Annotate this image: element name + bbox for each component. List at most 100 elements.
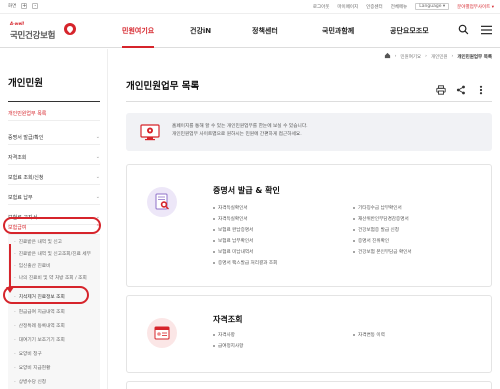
zoom-label: 화면 xyxy=(8,4,17,9)
dash-icon: - xyxy=(14,323,16,329)
card-certificate: 증명서 발급 & 확인 자격득실확인서 기타징수금 납부확인서 자격득실확인서 … xyxy=(126,164,492,287)
logo-tagline: A-well xyxy=(10,21,24,26)
card-link[interactable]: 자격사항 xyxy=(213,332,235,338)
card-link[interactable]: 자격득실확인서 xyxy=(213,216,248,222)
logout-link[interactable]: 로그아웃 xyxy=(313,4,330,10)
card-link-label: 자격변동 이력 xyxy=(358,333,385,338)
chevron-down-icon: ⌄ xyxy=(95,174,100,180)
language-select[interactable]: Language ▾ xyxy=(415,3,450,10)
all-menu-link[interactable]: 전체메뉴 xyxy=(391,4,408,10)
sidebar-item-premium-inquiry[interactable]: 보험료 조회/신청 ⌄ xyxy=(8,170,100,185)
sidebar-item-qualification[interactable]: 자격조회 ⌄ xyxy=(8,150,100,165)
sidebar-item-list[interactable]: 개인민원업무 목록 xyxy=(8,106,100,121)
card-link[interactable]: 건강보험 본인부담금 확인서 xyxy=(353,249,412,255)
certificate-search-icon xyxy=(147,187,177,217)
bullet-icon xyxy=(353,217,355,220)
card-link-label: 증명서 팩스발급 처리결과 조회 xyxy=(218,261,278,266)
card-link[interactable]: 재산위반인부담경감증명서 xyxy=(353,216,409,222)
sidebar-subitem-dental[interactable]: - 치석제거 진료정보 조회 xyxy=(14,291,100,303)
card-qualification: 자격조회 자격사항 자격변동 이력 급여정지사항 xyxy=(126,295,492,373)
dash-icon: - xyxy=(14,379,16,385)
card-link[interactable]: 증명서 진위확인 xyxy=(353,238,389,244)
gnb-item-policy[interactable]: 정책센터 xyxy=(252,14,278,48)
sidebar-subitem[interactable]: - 요양비 지급현황 xyxy=(14,362,100,374)
card-link-label: 보험료 완납증명서 xyxy=(218,228,254,233)
chevron-down-icon: ⌄ xyxy=(95,134,100,140)
sidebar-subitem[interactable]: - 현금급여 지급내역 조회 xyxy=(14,306,100,318)
sidebar-subitem-label: 요양비 지급현황 xyxy=(18,366,51,371)
sidebar-subitem-label: 대여기기 보조기기 조회 xyxy=(18,338,65,343)
related-sites-label: 분야별업무사이트 xyxy=(457,4,491,10)
sidebar-subitem[interactable]: - 상병수당 신청 xyxy=(14,376,100,388)
card-link-label: 기타징수금 납부확인서 xyxy=(358,206,402,211)
share-icon[interactable] xyxy=(456,80,466,99)
sidebar-subitem[interactable]: - 진료받은 내역 및 신고조회/진료 세부 xyxy=(14,248,100,260)
card-link[interactable]: 자격득실확인서 xyxy=(213,205,248,211)
sidebar-title: 개인민원 xyxy=(8,78,43,89)
sidebar-subitem-label: 현금급여 지급내역 조회 xyxy=(18,310,65,315)
sidebar-subitem[interactable]: - 대여기기 보조기기 조회 xyxy=(14,334,100,346)
card-link-label: 자격득실확인서 xyxy=(218,217,248,222)
dash-icon: - xyxy=(14,365,16,371)
sidebar-subitem-label: 치석제거 진료정보 조회 xyxy=(18,295,65,300)
more-icon[interactable] xyxy=(476,80,486,99)
zoom-out-button[interactable]: - xyxy=(32,3,39,9)
gnb-item-together[interactable]: 국민과함께 xyxy=(322,14,354,48)
dash-icon: - xyxy=(14,337,16,343)
card-link[interactable]: 보험료 납부확인서 xyxy=(213,238,253,244)
card-link[interactable]: 자격변동 이력 xyxy=(353,332,385,338)
card-link[interactable]: 보험료 미납내역서 xyxy=(213,249,253,255)
bullet-icon xyxy=(353,228,355,231)
sidebar-subitem[interactable]: - 산정특례 등록내역 조회 xyxy=(14,320,100,332)
bullet-icon xyxy=(213,206,215,209)
chevron-down-icon: ⌄ xyxy=(95,154,100,160)
zoom-in-button[interactable]: + xyxy=(21,3,28,9)
card-link[interactable]: 건강보험증 발급 신청 xyxy=(353,227,399,233)
sidebar-item-label: 보험료 조회/신청 xyxy=(8,174,44,181)
sidebar-subitem[interactable]: - 요양비 청구 xyxy=(14,348,100,360)
sidebar-subitem[interactable]: - 임신출산 진료비 xyxy=(14,260,100,272)
card-link[interactable]: 기타징수금 납부확인서 xyxy=(353,205,402,211)
annotation-arrow-icon xyxy=(6,287,14,293)
card-title: 자격조회 xyxy=(213,315,243,324)
chevron-up-icon: ⌃ xyxy=(95,224,100,230)
logo-name: 국민건강보험 xyxy=(10,31,56,41)
related-sites-select[interactable]: 분야별업무사이트 ▾ xyxy=(457,4,494,10)
notice-box: 홈페이지를 통해 할 수 있는 개인민원업무를 한눈에 보실 수 있습니다. 개… xyxy=(126,113,492,151)
gnb-item-about[interactable]: 공단요모조모 xyxy=(390,14,429,48)
card-link[interactable]: 보험료 완납증명서 xyxy=(213,227,253,233)
menu-icon[interactable] xyxy=(481,25,492,35)
card-title: 증명서 발급 & 확인 xyxy=(213,186,280,195)
card-link-label: 자격득실확인서 xyxy=(218,206,248,211)
gnb-item-health-in[interactable]: 건강iN xyxy=(190,14,211,48)
auth-center-link[interactable]: 인증센터 xyxy=(366,4,383,10)
notice-line: 홈페이지를 통해 할 수 있는 개인민원업무를 한눈에 보실 수 있습니다. xyxy=(172,124,308,129)
language-label: Language xyxy=(419,4,442,9)
gnb-item-civil[interactable]: 민원여기요 xyxy=(122,14,155,48)
bullet-icon xyxy=(213,239,215,242)
sidebar-item-label: 보험료 납부 xyxy=(8,194,33,201)
card-link-label: 급여정지사항 xyxy=(218,344,244,349)
dash-icon: - xyxy=(14,275,16,281)
bullet-icon xyxy=(353,333,355,336)
logo[interactable]: A-well 국민건강보험 xyxy=(10,21,80,43)
main-content: 개인민원업무 목록 홈페이지를 통해 할 수 있는 개인민원업무를 한눈에 보실… xyxy=(120,49,500,389)
search-icon[interactable] xyxy=(458,24,469,35)
card-link[interactable]: 증명서 팩스발급 처리결과 조회 xyxy=(213,260,277,266)
bullet-icon xyxy=(213,344,215,347)
zoom-controls: 화면 + - xyxy=(8,3,39,9)
mypage-link[interactable]: 마이페이지 xyxy=(337,4,358,10)
sidebar-item-certificate[interactable]: 증명서 발급/확인 ⌄ xyxy=(8,130,100,145)
sidebar-subitem-label: 진료받은 내역 및 신고조회/진료 세부 xyxy=(18,252,91,257)
logo-heart-icon xyxy=(64,23,76,35)
sidebar-item-premium-payment[interactable]: 보험료 납부 ⌄ xyxy=(8,190,100,205)
sidebar-item-insurance-benefit[interactable]: 보험급여 ⌃ xyxy=(8,220,100,235)
sidebar-subitem-label: 나의 진료비 및 약 처방 조회 / 조회 xyxy=(18,276,87,281)
card-link[interactable]: 급여정지사항 xyxy=(213,343,243,349)
bullet-icon xyxy=(353,239,355,242)
card-partial xyxy=(126,381,492,389)
sidebar-subitem[interactable]: - 진료받은 내역 및 신고 xyxy=(14,236,100,248)
print-icon[interactable] xyxy=(436,80,446,99)
page-tools xyxy=(436,80,486,99)
sidebar-subitem[interactable]: - 나의 진료비 및 약 처방 조회 / 조회 xyxy=(14,272,100,284)
